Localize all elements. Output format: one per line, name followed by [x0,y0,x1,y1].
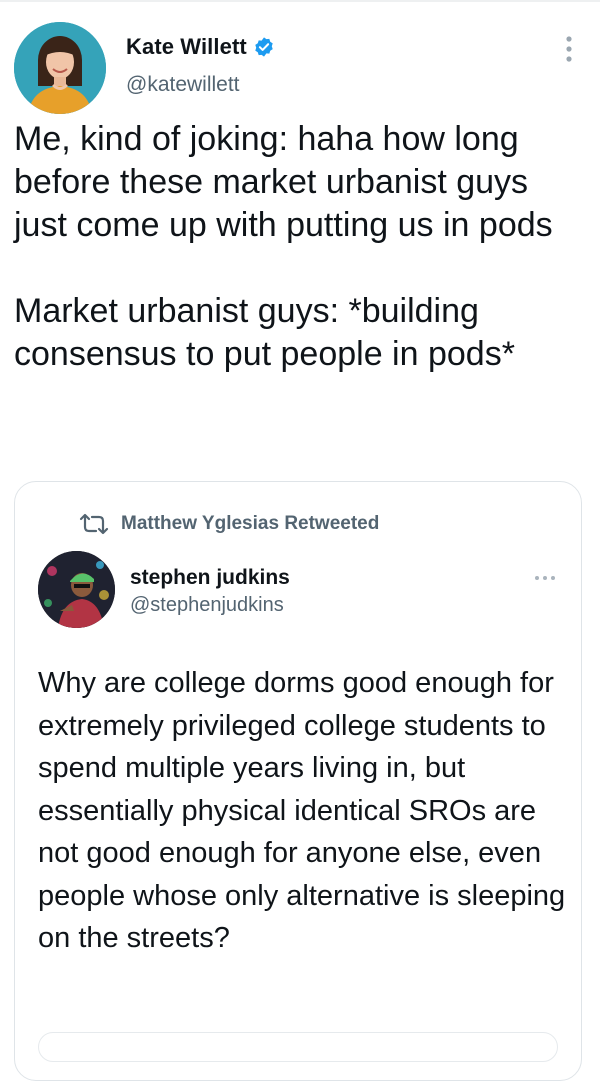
quote-author-avatar[interactable] [38,551,115,628]
author-name-row: Kate Willett [126,34,275,60]
top-divider [0,0,600,2]
quote-author-name[interactable]: stephen judkins [130,566,290,590]
tweet: Kate Willett @katewillett Me, kind of jo… [0,0,600,1081]
verified-badge-icon [253,36,275,58]
quote-author-handle[interactable]: @stephenjudkins [130,594,284,617]
retweet-label[interactable]: Matthew Yglesias Retweeted [121,513,379,535]
tweet-text: Me, kind of joking: haha how long before… [14,118,590,376]
author-avatar[interactable] [14,22,106,114]
quote-text: Why are college dorms good enough for ex… [38,667,566,954]
retweet-context: Matthew Yglesias Retweeted [77,513,379,535]
profile-photo-woman-icon [14,22,106,114]
more-vertical-icon[interactable] [562,34,576,64]
nested-card-edge [38,1032,558,1062]
profile-photo-man-icon [38,551,115,628]
tweet-paragraph: Me, kind of joking: haha how long before… [14,120,553,244]
author-handle[interactable]: @katewillett [126,73,240,97]
tweet-paragraph: Market urbanist guys: *building consensu… [14,292,515,373]
more-horizontal-icon[interactable] [533,570,557,580]
author-name[interactable]: Kate Willett [126,34,247,60]
retweet-icon [77,513,111,535]
